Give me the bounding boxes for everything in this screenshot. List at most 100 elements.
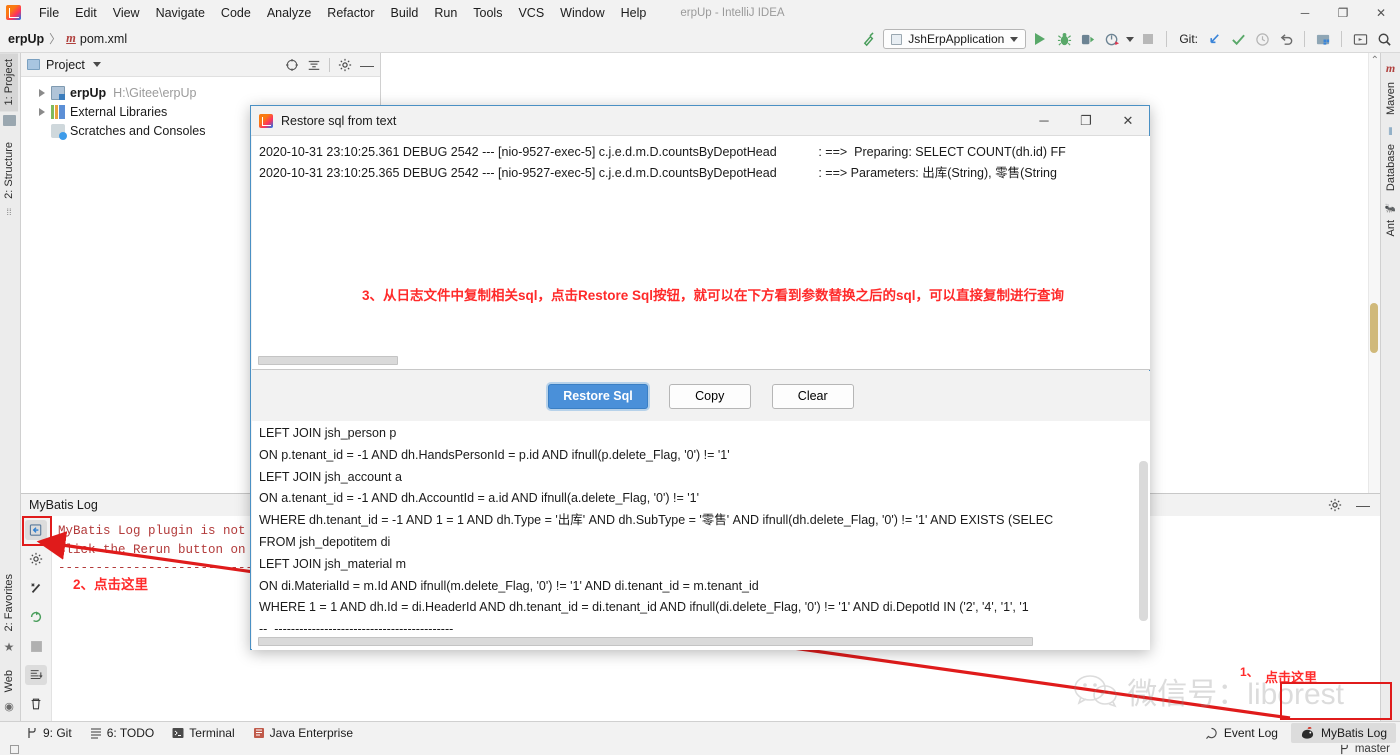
- run-config-icon: [891, 33, 903, 45]
- sql-line: LEFT JOIN jsh_person p: [259, 426, 397, 440]
- settings-gear-icon[interactable]: [25, 549, 47, 569]
- gear-icon[interactable]: [1328, 498, 1342, 512]
- mybatis-log-action-toolbar: [21, 516, 52, 722]
- menu-code[interactable]: Code: [213, 3, 259, 23]
- sidebar-tab-project[interactable]: 1: Project: [0, 53, 18, 112]
- rerun-button[interactable]: [25, 520, 47, 540]
- search-icon[interactable]: [1374, 29, 1394, 49]
- menu-refactor[interactable]: Refactor: [319, 3, 382, 23]
- scroll-to-end-icon[interactable]: [25, 665, 47, 685]
- status-tab-label: Java Enterprise: [269, 726, 353, 740]
- trash-icon[interactable]: [25, 694, 47, 714]
- dialog-title-bar[interactable]: Restore sql from text ─ ❐ ✕: [251, 106, 1149, 136]
- run-button[interactable]: [1030, 29, 1050, 49]
- menu-window[interactable]: Window: [552, 3, 612, 23]
- current-branch-label: master: [1354, 743, 1390, 755]
- sidebar-tab-ant[interactable]: Ant: [1382, 214, 1400, 243]
- mybatis-bird-icon: [1300, 726, 1315, 740]
- git-commit-icon[interactable]: [1228, 29, 1248, 49]
- status-tab-todo[interactable]: 6: TODO: [90, 726, 154, 740]
- output-scrollbar-thumb[interactable]: [258, 637, 1033, 646]
- output-horizontal-scrollbar[interactable]: [256, 636, 1136, 647]
- breadcrumb-separator: 〉: [49, 32, 62, 46]
- intellij-logo-icon: [6, 5, 21, 20]
- status-tab-event-log[interactable]: Event Log: [1196, 723, 1287, 743]
- annotation-step-3: 3、从日志文件中复制相关sql，点击Restore Sql按钮，就可以在下方看到…: [362, 288, 1065, 303]
- run-configuration-selector[interactable]: JshErpApplication: [883, 29, 1027, 49]
- breadcrumb-project[interactable]: erpUp: [8, 32, 44, 46]
- dialog-maximize-button[interactable]: ❐: [1065, 106, 1107, 136]
- magic-wand-icon[interactable]: [25, 578, 47, 598]
- hide-panel-icon[interactable]: —: [360, 58, 374, 72]
- editor-scrollbar[interactable]: ⌃: [1368, 53, 1380, 493]
- java-enterprise-icon: [253, 727, 265, 739]
- project-structure-icon[interactable]: [1313, 29, 1333, 49]
- status-tab-label: MyBatis Log: [1320, 726, 1387, 740]
- status-tab-terminal[interactable]: Terminal: [172, 726, 235, 740]
- run-with-coverage-button[interactable]: [1078, 29, 1098, 49]
- sidebar-tab-favorites[interactable]: 2: Favorites: [0, 568, 18, 637]
- collapse-all-icon[interactable]: [307, 58, 321, 72]
- todo-list-icon: [90, 727, 102, 739]
- git-history-icon: [1252, 29, 1272, 49]
- menu-run[interactable]: Run: [426, 3, 465, 23]
- project-panel-actions: —: [285, 57, 374, 72]
- breadcrumb-file[interactable]: m pom.xml: [66, 31, 127, 46]
- window-maximize-button[interactable]: ❐: [1324, 0, 1362, 25]
- sidebar-tab-web[interactable]: Web: [0, 664, 18, 698]
- dialog-window-controls: ─ ❐ ✕: [1023, 106, 1149, 136]
- restore-sql-button[interactable]: Restore Sql: [548, 383, 648, 409]
- clear-button[interactable]: Clear: [771, 383, 854, 409]
- sql-line: ON p.tenant_id = -1 AND dh.HandsPersonId…: [259, 447, 730, 462]
- menu-vcs[interactable]: VCS: [510, 3, 552, 23]
- editor-scrollbar-thumb[interactable]: [1370, 303, 1378, 353]
- git-update-icon[interactable]: [1204, 29, 1224, 49]
- dialog-app-icon: [259, 113, 273, 128]
- menu-help[interactable]: Help: [613, 3, 655, 23]
- expand-arrow-icon[interactable]: [39, 107, 45, 116]
- gear-icon[interactable]: [338, 58, 352, 72]
- sidebar-tab-maven[interactable]: Maven: [1382, 76, 1400, 121]
- input-scrollbar-thumb[interactable]: [258, 356, 398, 365]
- library-icon: [51, 104, 65, 119]
- copy-button[interactable]: Copy: [668, 383, 751, 409]
- dialog-close-button[interactable]: ✕: [1107, 106, 1149, 136]
- presentation-mode-icon[interactable]: [1350, 29, 1370, 49]
- sql-output-textarea[interactable]: LEFT JOIN jsh_person p ON p.tenant_id = …: [252, 421, 1150, 650]
- git-revert-icon[interactable]: [1276, 29, 1296, 49]
- menu-file[interactable]: File: [31, 3, 67, 23]
- menu-navigate[interactable]: Navigate: [148, 3, 213, 23]
- window-minimize-button[interactable]: ─: [1286, 0, 1324, 25]
- menu-tools[interactable]: Tools: [465, 3, 510, 23]
- database-icon: ⦀: [1388, 127, 1393, 139]
- menu-analyze[interactable]: Analyze: [259, 3, 319, 23]
- build-hammer-icon[interactable]: [859, 29, 879, 49]
- window-close-button[interactable]: ✕: [1362, 0, 1400, 25]
- menu-edit[interactable]: Edit: [67, 3, 105, 23]
- window-controls: ─ ❐ ✕: [1286, 0, 1400, 25]
- sql-line: LEFT JOIN jsh_material m: [259, 556, 407, 571]
- stop-button: [1138, 29, 1158, 49]
- select-opened-file-icon[interactable]: [285, 58, 299, 72]
- output-vertical-scrollbar-thumb[interactable]: [1139, 461, 1148, 621]
- status-tab-git[interactable]: 9: Git: [26, 726, 72, 740]
- expand-arrow-icon[interactable]: [39, 88, 45, 97]
- input-horizontal-scrollbar[interactable]: [256, 355, 1136, 366]
- profiler-chevron-down-icon[interactable]: [1126, 36, 1135, 42]
- status-tab-mybatis-log[interactable]: MyBatis Log: [1290, 723, 1396, 743]
- tree-node-erpup[interactable]: erpUp H:\Gitee\erpUp: [21, 83, 380, 102]
- log-input-textarea[interactable]: 2020-10-31 23:10:25.361 DEBUG 2542 --- […: [252, 136, 1150, 370]
- sidebar-tab-structure[interactable]: 2: Structure: [0, 136, 18, 205]
- dialog-title: Restore sql from text: [281, 113, 397, 128]
- hide-panel-icon[interactable]: —: [1356, 498, 1370, 512]
- rerun-green-icon[interactable]: [25, 607, 47, 627]
- dialog-minimize-button[interactable]: ─: [1023, 106, 1065, 136]
- debug-button[interactable]: [1054, 29, 1074, 49]
- project-view-chevron-down-icon[interactable]: [92, 62, 101, 67]
- navigation-toolbar: erpUp 〉 m pom.xml JshErpApplication Git:: [0, 25, 1400, 53]
- profiler-button[interactable]: [1102, 29, 1122, 49]
- menu-view[interactable]: View: [105, 3, 148, 23]
- sidebar-tab-database[interactable]: Database: [1382, 138, 1400, 197]
- menu-build[interactable]: Build: [383, 3, 427, 23]
- status-tab-java-enterprise[interactable]: Java Enterprise: [253, 726, 353, 740]
